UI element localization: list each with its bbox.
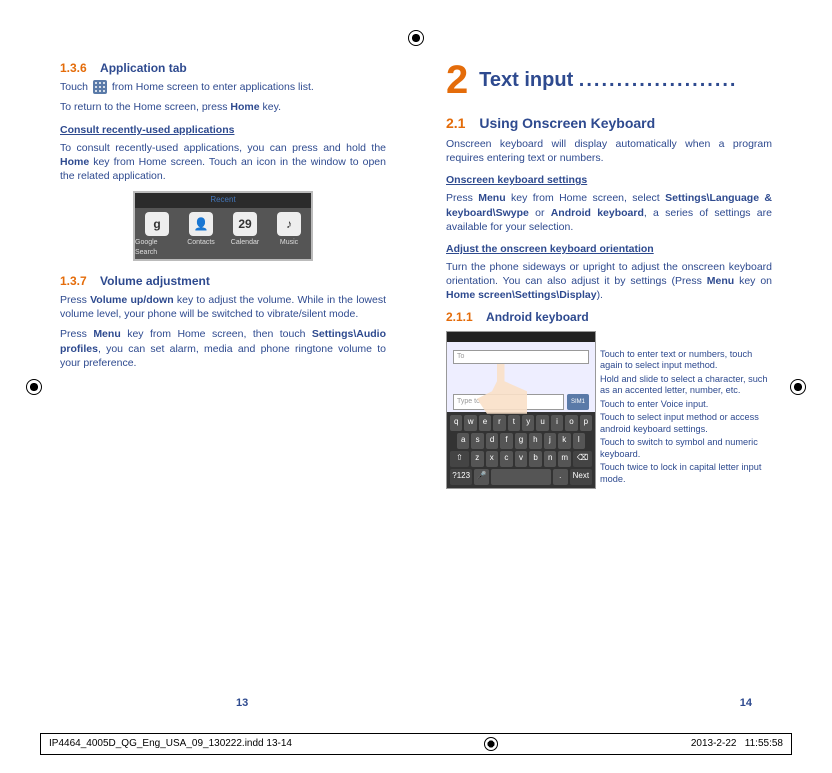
section-title: Using Onscreen Keyboard [479, 115, 655, 131]
section-1-3-6-heading: 1.3.6 Application tab [60, 60, 386, 76]
section-title: Volume adjustment [100, 274, 210, 288]
registration-mark-left [26, 379, 42, 395]
contacts-icon: 👤 [189, 212, 213, 236]
subheading-orientation: Adjust the onscreen keyboard orientation [446, 242, 772, 256]
keyboard-key: q [450, 415, 462, 431]
keyboard-key: z [471, 451, 484, 467]
keyboard-figure: To Type to SIM1 qwertyuiop asdfghjkl ⇧zx… [446, 331, 772, 490]
page-right: 2 Text input ..................... 2.1 U… [446, 60, 772, 693]
page-number-left: 13 [236, 696, 248, 711]
body-text: Turn the phone sideways or upright to ad… [446, 260, 772, 303]
onscreen-keyboard: qwertyuiop asdfghjkl ⇧zxcvbnm⌫ ?123🎤 .Ne… [447, 412, 595, 488]
keyboard-key: . [553, 469, 568, 485]
body-text: To return to the Home screen, press Home… [60, 100, 386, 114]
keyboard-key: b [529, 451, 542, 467]
section-number: 2.1.1 [446, 310, 473, 324]
keyboard-key: a [457, 433, 469, 449]
keyboard-key: ⇧ [450, 451, 469, 467]
body-text: Onscreen keyboard will display automatic… [446, 137, 772, 165]
page-spread: 1.3.6 Application tab Touch from Home sc… [60, 60, 772, 693]
recent-app-item: 👤 Contacts [179, 208, 223, 259]
subheading-consult: Consult recently-used applications [60, 123, 386, 137]
section-number: 1.3.7 [60, 274, 87, 288]
body-text: Press Menu key from Home screen, then to… [60, 327, 386, 370]
apps-grid-icon [93, 80, 107, 94]
slug-filename: IP4464_4005D_QG_Eng_USA_09_130222.indd 1… [49, 737, 292, 751]
page-left: 1.3.6 Application tab Touch from Home sc… [60, 60, 386, 693]
callout-labels: Touch to enter text or numbers, touch ag… [600, 331, 772, 490]
section-number: 1.3.6 [60, 61, 87, 75]
page-number-right: 14 [740, 696, 752, 711]
keyboard-key: i [551, 415, 563, 431]
status-bar [447, 332, 595, 342]
section-number: 2.1 [446, 115, 465, 131]
callout-text: Touch twice to lock in capital letter in… [600, 462, 772, 485]
keyboard-key: Next [570, 469, 592, 485]
keyboard-key: s [471, 433, 483, 449]
keyboard-key: ?123 [450, 469, 472, 485]
keyboard-key: j [544, 433, 556, 449]
keyboard-key: d [486, 433, 498, 449]
section-2-1-1-heading: 2.1.1 Android keyboard [446, 309, 772, 325]
sim-button: SIM1 [567, 394, 589, 410]
section-1-3-7-heading: 1.3.7 Volume adjustment [60, 273, 386, 289]
keyboard-key: g [515, 433, 527, 449]
recent-app-item: 29 Calendar [223, 208, 267, 259]
hand-icon [477, 364, 527, 414]
registration-mark-top [408, 30, 424, 46]
music-icon: ♪ [277, 212, 301, 236]
keyboard-key: x [486, 451, 499, 467]
calendar-icon: 29 [233, 212, 257, 236]
keyboard-key [491, 469, 551, 485]
keyboard-key: v [515, 451, 528, 467]
callout-text: Touch to select input method or access a… [600, 412, 772, 435]
body-text: To consult recently-used applications, y… [60, 141, 386, 184]
phone-screenshot: To Type to SIM1 qwertyuiop asdfghjkl ⇧zx… [446, 331, 596, 490]
keyboard-key: r [493, 415, 505, 431]
keyboard-key: k [558, 433, 570, 449]
keyboard-key: p [580, 415, 592, 431]
body-text: Press Volume up/down key to adjust the v… [60, 293, 386, 321]
recent-app-item: g Google Search [135, 208, 179, 259]
print-slug: IP4464_4005D_QG_Eng_USA_09_130222.indd 1… [40, 733, 792, 755]
section-title: Application tab [100, 61, 187, 75]
google-search-icon: g [145, 212, 169, 236]
callout-text: Touch to enter text or numbers, touch ag… [600, 349, 772, 372]
subheading-kb-settings: Onscreen keyboard settings [446, 173, 772, 187]
body-text: Press Menu key from Home screen, select … [446, 191, 772, 234]
callout-text: Hold and slide to select a character, su… [600, 374, 772, 397]
recent-bar: Recent [135, 193, 311, 208]
to-field: To [453, 350, 589, 364]
section-2-1-heading: 2.1 Using Onscreen Keyboard [446, 114, 772, 133]
chapter-heading: 2 Text input ..................... [446, 60, 772, 100]
keyboard-key: m [558, 451, 571, 467]
keyboard-key: 🎤 [474, 469, 489, 485]
keyboard-key: y [522, 415, 534, 431]
keyboard-key: w [464, 415, 476, 431]
keyboard-key: t [508, 415, 520, 431]
body-text: Touch from Home screen to enter applicat… [60, 80, 386, 94]
registration-mark-slug [484, 737, 498, 751]
callout-text: Touch to enter Voice input. [600, 399, 772, 411]
keyboard-key: o [565, 415, 577, 431]
compose-area: To Type to SIM1 [447, 342, 595, 412]
slug-datetime: 2013-2-22 11:55:58 [691, 737, 783, 751]
keyboard-key: h [529, 433, 541, 449]
section-title: Android keyboard [486, 310, 589, 324]
keyboard-key: u [536, 415, 548, 431]
keyboard-key: e [479, 415, 491, 431]
chapter-title: Text input ..................... [479, 67, 737, 94]
registration-mark-right [790, 379, 806, 395]
recent-apps-figure: Recent g Google Search 👤 Contacts 29 Cal… [133, 191, 313, 261]
chapter-number: 2 [446, 60, 468, 100]
keyboard-key: c [500, 451, 513, 467]
callout-text: Touch to switch to symbol and numeric ke… [600, 437, 772, 460]
keyboard-key: n [544, 451, 557, 467]
keyboard-key: ⌫ [573, 451, 592, 467]
keyboard-key: f [500, 433, 512, 449]
keyboard-key: l [573, 433, 585, 449]
recent-app-item: ♪ Music [267, 208, 311, 259]
